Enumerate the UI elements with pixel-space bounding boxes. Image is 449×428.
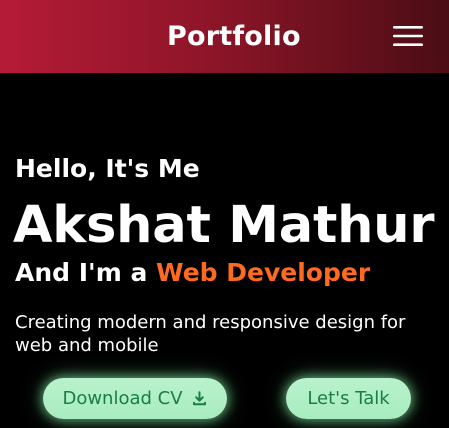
role-heading: And I'm a Web Developer [15,256,370,290]
hero-description: Creating modern and responsive design fo… [15,312,406,356]
role-prefix: And I'm a [15,258,157,287]
portfolio-page: Portfolio Hello, It's Me Akshat Mathur A… [0,0,449,428]
hero-section: Hello, It's Me Akshat Mathur And I'm a W… [0,73,449,428]
portfolio-brand[interactable]: Portfolio [167,19,301,55]
hamburger-menu-button[interactable] [392,22,424,50]
hamburger-menu-icon [392,22,424,50]
name-heading: Akshat Mathur [13,196,435,255]
role-highlight: Web Developer [156,258,371,287]
download-cv-label: Download CV [62,388,183,409]
download-cv-content: Download CV [43,378,227,419]
download-icon [191,390,208,407]
greeting-heading: Hello, It's Me [15,154,200,183]
lets-talk-button[interactable]: Let's Talk [286,378,411,419]
site-header: Portfolio [0,0,449,73]
lets-talk-label: Let's Talk [307,388,390,409]
download-cv-button[interactable]: Download CV [43,378,227,419]
